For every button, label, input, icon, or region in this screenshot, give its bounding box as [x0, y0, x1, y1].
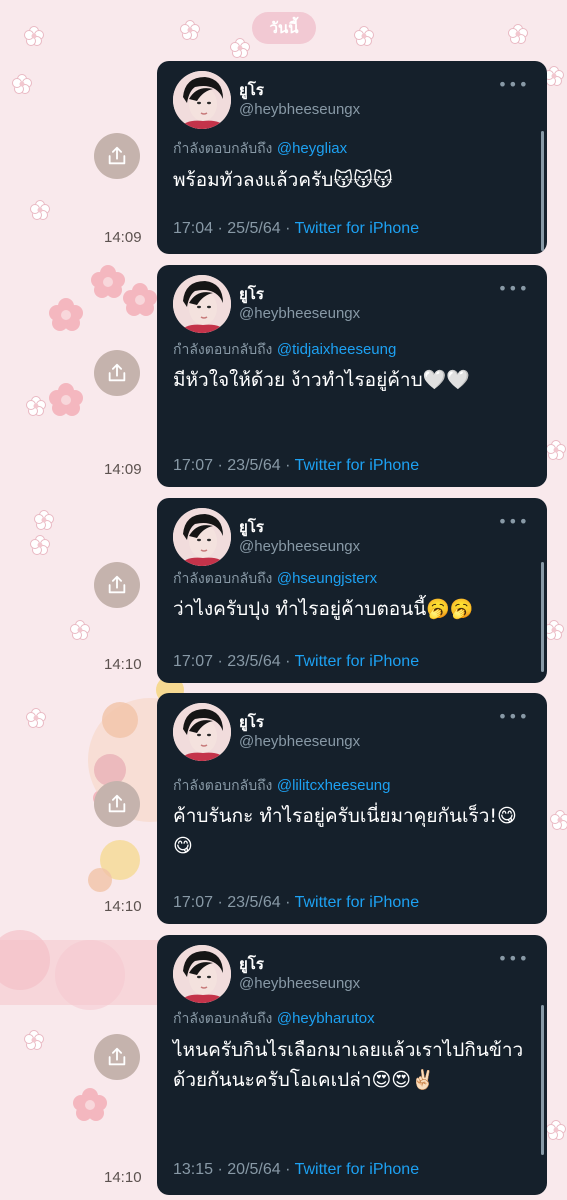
tweet-client[interactable]: Twitter for iPhone [295, 457, 420, 474]
reply-mention[interactable]: @hseungjsterx [277, 570, 377, 587]
tweet-client[interactable]: Twitter for iPhone [295, 220, 420, 237]
tweet-client[interactable]: Twitter for iPhone [295, 653, 420, 670]
share-button[interactable] [94, 133, 140, 179]
tweet-card[interactable]: ยูโร @heybheeseungx ••• กำลังตอบกลับถึง … [157, 693, 547, 924]
reply-line: กำลังตอบกลับถึง @heybharutox [173, 1008, 375, 1030]
tweet-date: 23/5/64 [227, 457, 281, 474]
message-time: 14:09 [104, 461, 142, 478]
scrollbar[interactable] [541, 562, 544, 672]
tweet-meta: 17:07 · 23/5/64 · Twitter for iPhone [173, 653, 420, 670]
reply-prefix: กำลังตอบกลับถึง [173, 571, 273, 587]
tweet-time: 17:07 [173, 457, 214, 474]
avatar[interactable] [173, 275, 231, 333]
tweet-card[interactable]: ยูโร @heybheeseungx ••• กำลังตอบกลับถึง … [157, 265, 547, 487]
tweet-meta: 13:15 · 20/5/64 · Twitter for iPhone [173, 1161, 420, 1178]
tweet-date: 20/5/64 [227, 1161, 281, 1178]
reply-prefix: กำลังตอบกลับถึง [173, 778, 273, 794]
more-icon[interactable]: ••• [498, 707, 529, 726]
reply-line: กำลังตอบกลับถึง @lilitcxheeseung [173, 775, 390, 797]
tweet-time: 17:07 [173, 653, 214, 670]
tweet-date: 23/5/64 [227, 894, 281, 911]
display-name: ยูโร [239, 286, 264, 303]
share-button[interactable] [94, 350, 140, 396]
reply-line: กำลังตอบกลับถึง @hseungjsterx [173, 568, 377, 590]
message-time: 14:10 [104, 898, 142, 915]
reply-mention[interactable]: @tidjaixheeseung [277, 341, 396, 358]
tweet-meta: 17:07 · 23/5/64 · Twitter for iPhone [173, 894, 420, 911]
share-button[interactable] [94, 562, 140, 608]
tweet-time: 17:04 [173, 220, 214, 237]
share-button[interactable] [94, 781, 140, 827]
avatar[interactable] [173, 703, 231, 761]
reply-mention[interactable]: @heybharutox [277, 1010, 375, 1027]
tweet-text: ค้าบรันกะ ทำไรอยู่ครับเนี่ยมาคุยกันเร็ว!… [173, 805, 517, 857]
tweet-card[interactable]: ยูโร @heybheeseungx ••• กำลังตอบกลับถึง … [157, 61, 547, 254]
tweet-client[interactable]: Twitter for iPhone [295, 1161, 420, 1178]
reply-line: กำลังตอบกลับถึง @heygliax [173, 138, 347, 160]
more-icon[interactable]: ••• [498, 279, 529, 298]
reply-line: กำลังตอบกลับถึง @tidjaixheeseung [173, 339, 396, 361]
tweet-date: 25/5/64 [227, 220, 281, 237]
display-name: ยูโร [239, 956, 264, 973]
message-time: 14:09 [104, 229, 142, 246]
handle[interactable]: @heybheeseungx [239, 537, 360, 556]
message-time: 14:10 [104, 1169, 142, 1186]
avatar[interactable] [173, 508, 231, 566]
tweet-date: 23/5/64 [227, 653, 281, 670]
display-name: ยูโร [239, 82, 264, 99]
more-icon[interactable]: ••• [498, 512, 529, 531]
share-icon [108, 794, 126, 813]
more-icon[interactable]: ••• [498, 949, 529, 968]
share-icon [108, 1047, 126, 1066]
share-button[interactable] [94, 1034, 140, 1080]
scrollbar[interactable] [541, 1005, 544, 1155]
avatar[interactable] [173, 71, 231, 129]
handle[interactable]: @heybheeseungx [239, 100, 360, 119]
share-icon [108, 146, 126, 165]
avatar[interactable] [173, 945, 231, 1003]
reply-mention[interactable]: @lilitcxheeseung [277, 777, 391, 794]
tweet-text: มีหัวใจให้ด้วย ง้าวทำไรอยู่ค้าบ🤍🤍 [173, 369, 470, 391]
tweet-time: 13:15 [173, 1161, 214, 1178]
scrollbar[interactable] [541, 131, 544, 251]
share-icon [108, 575, 126, 594]
tweet-client[interactable]: Twitter for iPhone [295, 894, 420, 911]
date-divider: วันนี้ [252, 12, 316, 44]
tweet-text: ว่าไงครับปุง ทำไรอยู่ค้าบตอนนี้🥱🥱 [173, 598, 474, 620]
tweet-meta: 17:04 · 25/5/64 · Twitter for iPhone [173, 220, 420, 237]
tweet-card[interactable]: ยูโร @heybheeseungx ••• กำลังตอบกลับถึง … [157, 498, 547, 683]
tweet-time: 17:07 [173, 894, 214, 911]
handle[interactable]: @heybheeseungx [239, 974, 360, 993]
reply-mention[interactable]: @heygliax [277, 140, 347, 157]
message-time: 14:10 [104, 656, 142, 673]
more-icon[interactable]: ••• [498, 75, 529, 94]
reply-prefix: กำลังตอบกลับถึง [173, 342, 273, 358]
handle[interactable]: @heybheeseungx [239, 732, 360, 751]
display-name: ยูโร [239, 519, 264, 536]
handle[interactable]: @heybheeseungx [239, 304, 360, 323]
tweet-text: พร้อมทัวลงแล้วครับ😽😽😽 [173, 169, 393, 191]
share-icon [108, 363, 126, 382]
reply-prefix: กำลังตอบกลับถึง [173, 141, 273, 157]
tweet-meta: 17:07 · 23/5/64 · Twitter for iPhone [173, 457, 420, 474]
display-name: ยูโร [239, 714, 264, 731]
tweet-card[interactable]: ยูโร @heybheeseungx ••• กำลังตอบกลับถึง … [157, 935, 547, 1195]
tweet-text: ไหนครับกินไรเลือกมาเลยแล้วเราไปกินข้าวด้… [173, 1039, 524, 1091]
reply-prefix: กำลังตอบกลับถึง [173, 1011, 273, 1027]
